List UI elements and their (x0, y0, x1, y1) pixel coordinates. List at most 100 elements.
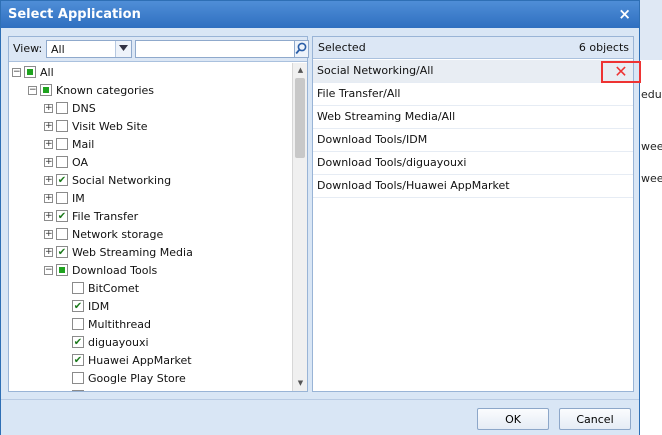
chevron-down-icon[interactable] (115, 41, 131, 57)
remove-icon[interactable]: ✕ (601, 61, 641, 83)
tree-node-label: DNS (72, 101, 96, 115)
tree-node-checkbox[interactable] (56, 228, 68, 240)
tree-node[interactable]: + ✔ File Transfer (44, 207, 138, 225)
scroll-up-icon[interactable]: ▲ (293, 63, 308, 78)
selected-item[interactable]: Download Tools/IDM (313, 129, 633, 152)
tree-node[interactable]: + ✔ Social Networking (44, 171, 171, 189)
tree-node-checkbox[interactable] (56, 120, 68, 132)
tree-node-label: IM (72, 191, 85, 205)
tree-node-checkbox[interactable]: ✔ (56, 174, 68, 186)
tree-node[interactable]: ✔ diguayouxi (72, 333, 149, 351)
tree-scrollbar[interactable]: ▲ ▼ (292, 63, 307, 391)
tree-node-checkbox[interactable] (56, 192, 68, 204)
tree-node-checkbox[interactable] (72, 390, 84, 391)
dialog-title: Select Application (8, 7, 141, 22)
close-icon[interactable]: × (618, 5, 631, 23)
view-selected-value: All (51, 43, 65, 56)
dialog-footer: OK Cancel (1, 399, 639, 435)
selected-item-label: Download Tools/IDM (317, 133, 428, 146)
tree-node-label: Network storage (72, 227, 164, 241)
tree-node[interactable]: Google Play Store (72, 369, 186, 387)
tree-node[interactable]: BitComet (72, 279, 139, 297)
tree-node-label: Huawei AppMarket (88, 353, 192, 367)
tree-node-checkbox[interactable] (72, 318, 84, 330)
tree-node-checkbox[interactable]: ✔ (56, 246, 68, 258)
expand-icon[interactable]: + (44, 157, 53, 167)
background-text: wee (641, 140, 662, 153)
tree-node-label: Multithread (88, 317, 151, 331)
tree-node-checkbox[interactable] (56, 138, 68, 150)
view-label: View: (13, 42, 43, 55)
tree-node-checkbox[interactable] (72, 282, 84, 294)
selected-item-label: Social Networking/All (317, 64, 434, 77)
selected-count: 6 objects (578, 41, 629, 54)
tree-node[interactable]: + IM (44, 189, 85, 207)
selected-item[interactable]: File Transfer/All (313, 83, 633, 106)
tree-node[interactable]: + OA (44, 153, 88, 171)
background-text: wee (641, 172, 662, 185)
tree-node-checkbox[interactable]: ✔ (56, 210, 68, 222)
selected-item[interactable]: Download Tools/Huawei AppMarket (313, 175, 633, 198)
tree-node-checkbox[interactable]: ✔ (72, 354, 84, 366)
tree-node-label: Google Play Store (88, 371, 186, 385)
expand-icon[interactable]: + (44, 139, 53, 149)
tree-node-label: All (40, 65, 54, 79)
title-bar[interactable]: Select Application × (1, 1, 639, 28)
tree-node[interactable]: − Download Tools (44, 261, 157, 279)
tree-node-checkbox[interactable] (40, 84, 52, 96)
tree-node[interactable]: ✔ IDM (72, 297, 109, 315)
tree-node-label: Mail (72, 137, 95, 151)
tree-node-checkbox[interactable]: ✔ (72, 336, 84, 348)
application-tree: − All − Known categories + DNS + Visit Web Site… (9, 63, 291, 391)
tree-node[interactable]: ✔ Huawei AppMarket (72, 351, 192, 369)
expand-icon[interactable]: + (44, 103, 53, 113)
expand-icon[interactable]: + (44, 247, 53, 257)
selected-item-label: File Transfer/All (317, 87, 401, 100)
tree-node[interactable]: − All (12, 63, 54, 81)
view-select[interactable]: All (46, 40, 132, 58)
search-icon[interactable] (295, 40, 309, 58)
tree-node-label: diguayouxi (88, 335, 149, 349)
tree-node-label: Known categories (56, 83, 155, 97)
selected-item[interactable]: Web Streaming Media/All (313, 106, 633, 129)
tree-node[interactable]: Multithread (72, 315, 151, 333)
tree-node-label: OA (72, 155, 88, 169)
tree-node[interactable]: Windows Store (72, 387, 170, 391)
expand-icon[interactable]: + (44, 121, 53, 131)
tree-node-checkbox[interactable] (56, 156, 68, 168)
search-input[interactable] (135, 40, 295, 58)
collapse-icon[interactable]: − (12, 67, 21, 77)
selected-item-label: Download Tools/diguayouxi (317, 156, 467, 169)
tree-node[interactable]: + ✔ Web Streaming Media (44, 243, 193, 261)
collapse-icon[interactable]: − (28, 85, 37, 95)
tree-node-checkbox[interactable] (56, 102, 68, 114)
tree-node[interactable]: + Network storage (44, 225, 163, 243)
scroll-thumb[interactable] (295, 78, 305, 158)
tree-node-label: File Transfer (72, 209, 139, 223)
tree-node-label: Download Tools (72, 263, 158, 277)
background-text: edu (641, 88, 662, 101)
scroll-down-icon[interactable]: ▼ (293, 376, 308, 391)
expand-icon[interactable]: + (44, 211, 53, 221)
selected-header: Selected 6 objects (313, 37, 633, 59)
collapse-icon[interactable]: − (44, 265, 53, 275)
expand-icon[interactable]: + (44, 193, 53, 203)
tree-node-label: BitComet (88, 281, 140, 295)
expand-icon[interactable]: + (44, 175, 53, 185)
tree-node[interactable]: + Mail (44, 135, 94, 153)
tree-node-label: Windows Store (88, 390, 170, 392)
tree-node[interactable]: + DNS (44, 99, 96, 117)
selected-item[interactable]: Download Tools/diguayouxi (313, 152, 633, 175)
tree-node-checkbox[interactable] (72, 372, 84, 384)
selected-panel: Selected 6 objects Social Networking/All… (312, 36, 641, 392)
tree-node[interactable]: − Known categories (28, 81, 154, 99)
cancel-button[interactable]: Cancel (559, 408, 631, 430)
tree-node-checkbox[interactable] (24, 66, 36, 78)
selected-item[interactable]: Social Networking/All ✕ (313, 60, 641, 83)
tree-node-checkbox[interactable] (56, 264, 68, 276)
tree-node[interactable]: + Visit Web Site (44, 117, 148, 135)
tree-node-checkbox[interactable]: ✔ (72, 300, 84, 312)
expand-icon[interactable]: + (44, 229, 53, 239)
ok-button[interactable]: OK (477, 408, 549, 430)
tree-node-label: IDM (88, 299, 110, 313)
